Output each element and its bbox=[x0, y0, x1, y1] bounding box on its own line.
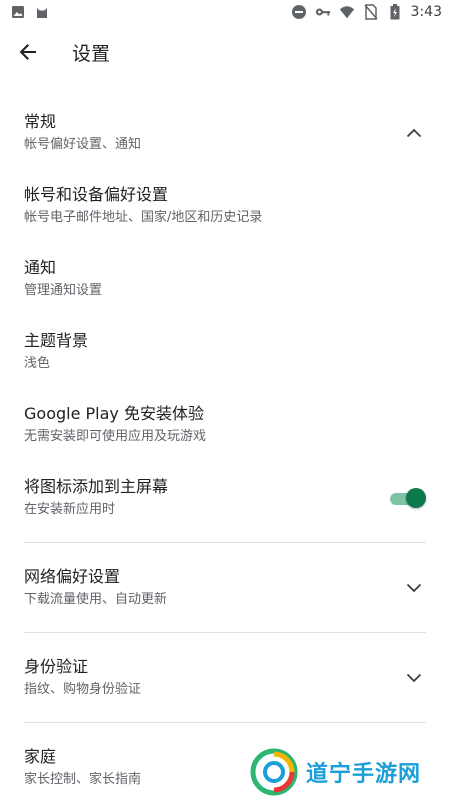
settings-item-theme[interactable]: 主题背景 浅色 bbox=[0, 315, 450, 388]
divider bbox=[24, 722, 426, 723]
cat-icon bbox=[34, 4, 50, 20]
wifi-icon bbox=[339, 4, 355, 20]
settings-item-instant[interactable]: Google Play 免安装体验 无需安装即可使用应用及玩游戏 bbox=[0, 388, 450, 461]
status-time: 3:43 bbox=[410, 4, 442, 20]
status-bar: 3:43 bbox=[0, 0, 450, 24]
app-bar: 设置 bbox=[0, 24, 450, 80]
home-icon-subtitle: 在安装新应用时 bbox=[24, 501, 116, 517]
chevron-down-icon[interactable] bbox=[402, 576, 426, 600]
image-icon bbox=[10, 4, 26, 20]
instant-subtitle: 无需安装即可使用应用及玩游戏 bbox=[24, 428, 207, 444]
do-not-disturb-icon bbox=[291, 4, 307, 20]
settings-item-account[interactable]: 帐号和设备偏好设置 帐号电子邮件地址、国家/地区和历史记录 bbox=[0, 169, 450, 242]
chevron-down-icon[interactable] bbox=[402, 666, 426, 690]
family-subtitle: 家长控制、家长指南 bbox=[24, 771, 142, 787]
settings-item-network[interactable]: 网络偏好设置 下载流量使用、自动更新 bbox=[0, 551, 450, 624]
divider bbox=[24, 542, 426, 543]
arrow-back-icon bbox=[19, 44, 36, 60]
watermark-logo-icon bbox=[250, 748, 298, 796]
page-title: 设置 bbox=[72, 42, 111, 65]
chevron-up-icon[interactable] bbox=[402, 121, 426, 145]
account-title: 帐号和设备偏好设置 bbox=[24, 184, 169, 204]
watermark-text: 道宁手游网 bbox=[306, 762, 422, 787]
theme-title: 主题背景 bbox=[24, 330, 89, 350]
no-sim-icon bbox=[363, 4, 379, 20]
auth-title: 身份验证 bbox=[24, 656, 89, 676]
family-title: 家庭 bbox=[24, 746, 57, 766]
settings-list: 常规 帐号偏好设置、通知 帐号和设备偏好设置 帐号电子邮件地址、国家/地区和历史… bbox=[0, 96, 450, 804]
watermark: 道宁手游网 bbox=[250, 744, 450, 800]
settings-item-notifications[interactable]: 通知 管理通知设置 bbox=[0, 242, 450, 315]
general-title: 常规 bbox=[24, 111, 57, 131]
instant-title: Google Play 免安装体验 bbox=[24, 403, 204, 423]
home-icon-title: 将图标添加到主屏幕 bbox=[24, 476, 169, 496]
notifications-subtitle: 管理通知设置 bbox=[24, 282, 103, 298]
general-subtitle: 帐号偏好设置、通知 bbox=[24, 136, 142, 152]
status-bar-right: 3:43 bbox=[291, 4, 450, 20]
home-icon-toggle[interactable] bbox=[386, 487, 426, 509]
settings-item-general[interactable]: 常规 帐号偏好设置、通知 bbox=[0, 96, 450, 169]
status-bar-left bbox=[0, 4, 50, 20]
notifications-title: 通知 bbox=[24, 257, 57, 277]
network-subtitle: 下载流量使用、自动更新 bbox=[24, 591, 168, 607]
key-icon bbox=[315, 4, 331, 20]
auth-subtitle: 指纹、购物身份验证 bbox=[24, 681, 142, 697]
settings-item-auth[interactable]: 身份验证 指纹、购物身份验证 bbox=[0, 641, 450, 714]
network-title: 网络偏好设置 bbox=[24, 566, 121, 586]
theme-subtitle: 浅色 bbox=[24, 355, 51, 371]
back-button[interactable] bbox=[0, 24, 56, 80]
toggle-knob bbox=[406, 487, 426, 508]
divider bbox=[24, 632, 426, 633]
account-subtitle: 帐号电子邮件地址、国家/地区和历史记录 bbox=[24, 209, 263, 225]
battery-charging-icon bbox=[387, 4, 403, 20]
settings-item-home-icon[interactable]: 将图标添加到主屏幕 在安装新应用时 bbox=[0, 461, 450, 534]
